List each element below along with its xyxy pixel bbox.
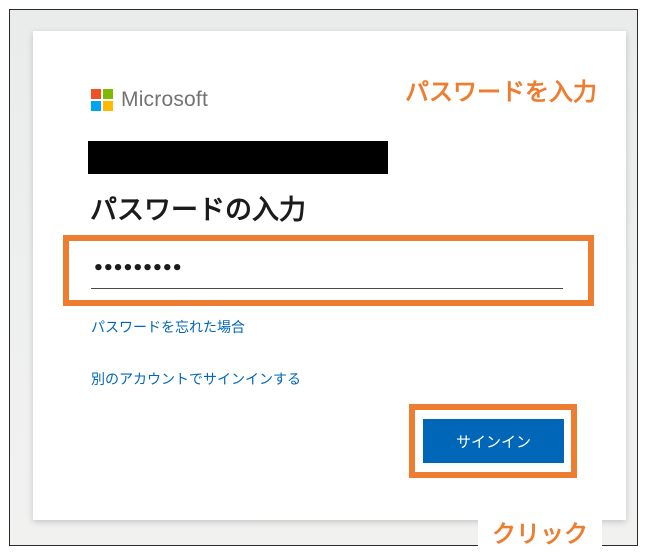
microsoft-logo: Microsoft bbox=[91, 88, 208, 112]
forgot-password-link[interactable]: パスワードを忘れた場合 bbox=[91, 317, 245, 337]
signin-button[interactable]: サインイン bbox=[423, 419, 564, 463]
other-account-link[interactable]: 別のアカウントでサインインする bbox=[91, 369, 301, 389]
annotation-enter-password: パスワードを入力 bbox=[397, 70, 603, 109]
password-input[interactable]: ••••••••• bbox=[91, 249, 563, 289]
redacted-account-name bbox=[88, 141, 388, 174]
annotation-click: クリック bbox=[478, 512, 602, 557]
page-title: パスワードの入力 bbox=[90, 195, 306, 226]
microsoft-logo-icon bbox=[91, 89, 113, 111]
microsoft-wordmark: Microsoft bbox=[121, 88, 208, 111]
